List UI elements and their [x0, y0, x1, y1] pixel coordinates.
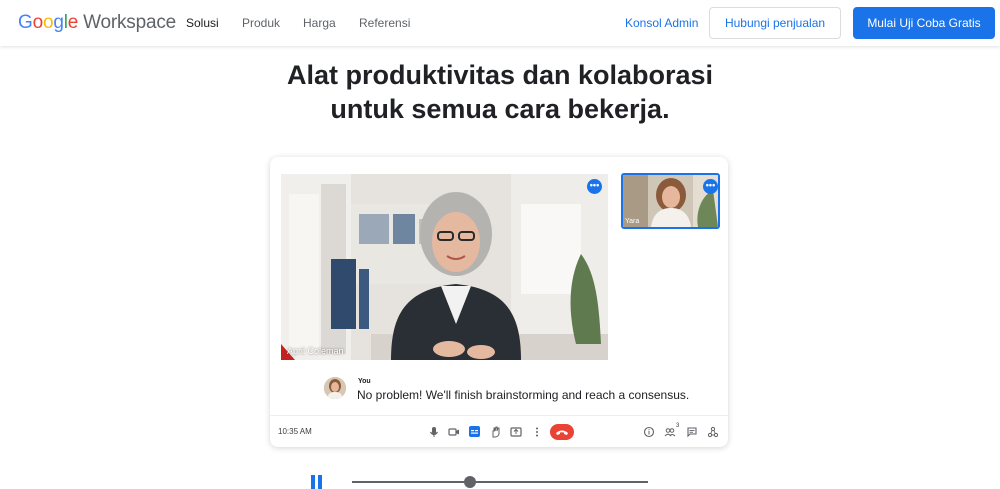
hero-line-2: untuk semua cara bekerja.: [330, 94, 670, 124]
chat-message: No problem! We'll finish brainstorming a…: [357, 388, 690, 402]
nav-item-produk[interactable]: Produk: [242, 16, 303, 30]
office-video-image: [281, 174, 608, 360]
meeting-time: 10:35 AM: [278, 427, 312, 436]
end-call-button[interactable]: [550, 424, 574, 440]
mic-icon[interactable]: [427, 425, 441, 439]
activities-icon[interactable]: [706, 425, 720, 439]
contact-sales-button[interactable]: Hubungi penjualan: [709, 7, 841, 39]
hero-heading: Alat produktivitas dan kolaborasi untuk …: [0, 58, 1000, 126]
people-icon[interactable]: [663, 425, 677, 439]
main-nav: Solusi Produk Harga Referensi: [186, 16, 410, 30]
nav-item-referensi[interactable]: Referensi: [359, 16, 410, 30]
pause-icon[interactable]: [311, 475, 323, 489]
people-count: 3: [676, 423, 680, 429]
avatar: [324, 377, 346, 399]
meet-toolbar: 10:35 AM 3: [270, 415, 728, 447]
logo-letter: G: [18, 12, 33, 33]
more-options-icon[interactable]: [530, 425, 544, 439]
captions-icon[interactable]: [469, 426, 480, 437]
start-free-trial-button[interactable]: Mulai Uji Coba Gratis: [853, 7, 995, 39]
main-tile-more-button[interactable]: •••: [587, 179, 602, 194]
hero-line-1: Alat produktivitas dan kolaborasi: [286, 60, 714, 90]
site-header: Google Workspace Solusi Produk Harga Ref…: [0, 0, 1000, 46]
logo-product-name: Workspace: [83, 12, 177, 33]
google-workspace-logo[interactable]: Google Workspace: [18, 12, 176, 34]
video-progress-knob[interactable]: [464, 476, 477, 488]
camera-icon[interactable]: [447, 425, 461, 439]
logo-letter: o: [42, 12, 54, 33]
main-participant-name: April Coleman: [287, 346, 344, 356]
nav-item-solusi[interactable]: Solusi: [186, 16, 242, 30]
main-video-tile: ••• April Coleman: [281, 174, 608, 360]
logo-letter: g: [53, 12, 64, 33]
chat-sender: You: [358, 378, 371, 385]
avatar-image: [324, 377, 346, 399]
thumbnail-video-tile[interactable]: ••• Yara: [621, 173, 720, 229]
meet-demo-card: ••• April Coleman ••• Yara You No proble…: [270, 157, 728, 447]
thumb-participant-name: Yara: [625, 218, 640, 225]
logo-letter: e: [67, 12, 79, 33]
nav-item-harga[interactable]: Harga: [303, 16, 359, 30]
chat-icon[interactable]: [685, 425, 699, 439]
raise-hand-icon[interactable]: [489, 425, 503, 439]
admin-console-link[interactable]: Konsol Admin: [625, 16, 698, 30]
video-progress-track[interactable]: [352, 481, 648, 483]
thumb-tile-more-button[interactable]: •••: [703, 179, 718, 194]
logo-letter: o: [32, 12, 44, 33]
info-icon[interactable]: [642, 425, 656, 439]
present-icon[interactable]: [509, 425, 523, 439]
end-call-icon: [556, 430, 568, 435]
